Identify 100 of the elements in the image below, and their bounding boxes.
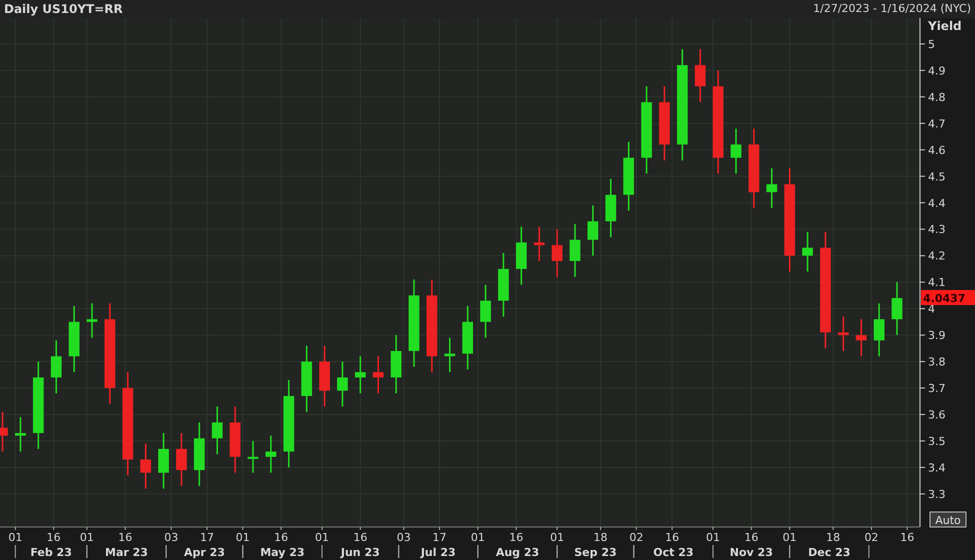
x-tick-label: 01 (782, 531, 797, 544)
y-tick-label: 4.8 (928, 90, 946, 104)
x-tick-label: 02 (864, 526, 878, 544)
x-tick-label: 03 (396, 531, 411, 544)
month-label: Jul 23 (420, 546, 456, 559)
y-tick-label: 4.2 (928, 250, 946, 263)
candlestick (212, 406, 223, 454)
y-tick-label: 3.3 (928, 488, 946, 501)
x-tick-label: 01 (80, 531, 94, 544)
x-tick-label: 01 (782, 526, 797, 544)
y-tick-label: 4.1 (928, 276, 946, 290)
x-tick-label: 01 (8, 526, 22, 544)
chart-title: Daily US10YT=RR (4, 1, 123, 18)
candlestick (140, 444, 152, 489)
month-label: Nov 23 (730, 546, 773, 559)
x-tick-label: 01 (550, 531, 564, 544)
x-tick-label: 16 (353, 526, 368, 544)
x-tick-label: 17 (200, 526, 214, 544)
x-tick-label: 16 (900, 526, 914, 544)
x-tick-label: 01 (470, 531, 485, 544)
x-tick-label: 18 (826, 531, 840, 544)
x-tick-label: 17 (432, 531, 447, 544)
month-label: Oct 23 (653, 546, 694, 559)
candlestick (444, 338, 456, 372)
candlestick (301, 346, 312, 412)
x-tick-label: 16 (118, 531, 132, 544)
candlestick (892, 282, 902, 336)
candlestick (372, 356, 384, 394)
month-label: Jun 23 (340, 546, 380, 559)
x-tick-label: 01 (550, 526, 564, 544)
x-tick-label: 16 (665, 526, 680, 544)
y-tick-label: 3.8 (928, 356, 946, 369)
y-tick-label: 5 (920, 38, 935, 51)
y-tick-label: 4.6 (920, 144, 946, 157)
candlestick (0, 412, 8, 452)
candlestick (462, 306, 474, 370)
candlestick (802, 232, 813, 272)
y-tick-label: 4 (928, 302, 935, 316)
x-tick-label: 01 (706, 531, 720, 544)
x-tick-label: 17 (200, 531, 214, 544)
y-tick-label: 4.7 (920, 117, 946, 130)
x-tick-label: 01 (315, 526, 329, 544)
x-tick-label: 17 (432, 526, 447, 544)
x-tick-label: 18 (826, 526, 840, 544)
y-tick-label: 3.6 (920, 408, 946, 422)
x-tick-label: 01 (706, 526, 720, 544)
y-tick-label: 3.3 (920, 488, 946, 501)
y-tick-label: 3.4 (920, 461, 946, 474)
y-tick-label: 4.5 (920, 170, 946, 184)
candlestick (50, 340, 62, 394)
x-tick-label: 16 (744, 531, 758, 544)
x-tick-label: 01 (236, 531, 250, 544)
y-tick-label: 4.7 (928, 117, 946, 130)
y-tick-label: 3.9 (920, 329, 946, 342)
y-tick-label: 4.4 (920, 196, 946, 210)
auto-button[interactable]: Auto (930, 512, 966, 528)
month-label: Apr 23 (184, 546, 225, 559)
candlestick (248, 440, 258, 473)
candlestick (516, 226, 527, 285)
candlestick (230, 406, 240, 473)
candlestick (86, 303, 98, 338)
y-tick-label: 5 (928, 38, 935, 51)
x-tick-label: 01 (315, 531, 329, 544)
x-tick-label: 18 (594, 526, 608, 544)
x-tick-label: 02 (864, 531, 878, 544)
candlestick (694, 49, 706, 102)
price-label: 4.0437 (921, 290, 975, 306)
month-label: Aug 23 (496, 546, 540, 559)
y-tick-label: 3.9 (928, 329, 946, 342)
y-tick-label: 4.2 (920, 250, 946, 263)
x-tick-label: 01 (80, 526, 94, 544)
x-tick-label: 01 (8, 531, 22, 544)
x-tick-label: 16 (274, 531, 288, 544)
candlestick (390, 335, 402, 394)
y-tick-label: 3.7 (928, 382, 946, 396)
month-label: Mar 23 (105, 546, 148, 559)
x-tick-label: 16 (46, 531, 61, 544)
candlestick (874, 303, 884, 356)
y-tick-label: 4.3 (920, 223, 946, 236)
candlestick (319, 346, 330, 407)
month-label: Sep 23 (574, 546, 617, 559)
x-tick-label: 03 (396, 526, 411, 544)
candlestick (570, 224, 580, 277)
x-tick-label: 01 (470, 526, 485, 544)
candlestick (354, 356, 366, 394)
x-tick-label: 03 (164, 526, 178, 544)
x-tick-label: 16 (900, 531, 914, 544)
candlestick (337, 362, 348, 407)
candlestick (552, 229, 562, 277)
candlestick (534, 226, 545, 261)
x-tick-label: 16 (118, 526, 132, 544)
candlestick (158, 433, 169, 489)
y-tick-label: 4.9 (928, 64, 946, 78)
y-tick-label: 3.6 (928, 408, 946, 422)
candlestick (176, 433, 187, 486)
candlestick (623, 142, 634, 211)
x-tick-label: 02 (629, 526, 644, 544)
candlestick (766, 168, 778, 208)
candlestick (15, 417, 26, 452)
candlestick (498, 253, 509, 317)
